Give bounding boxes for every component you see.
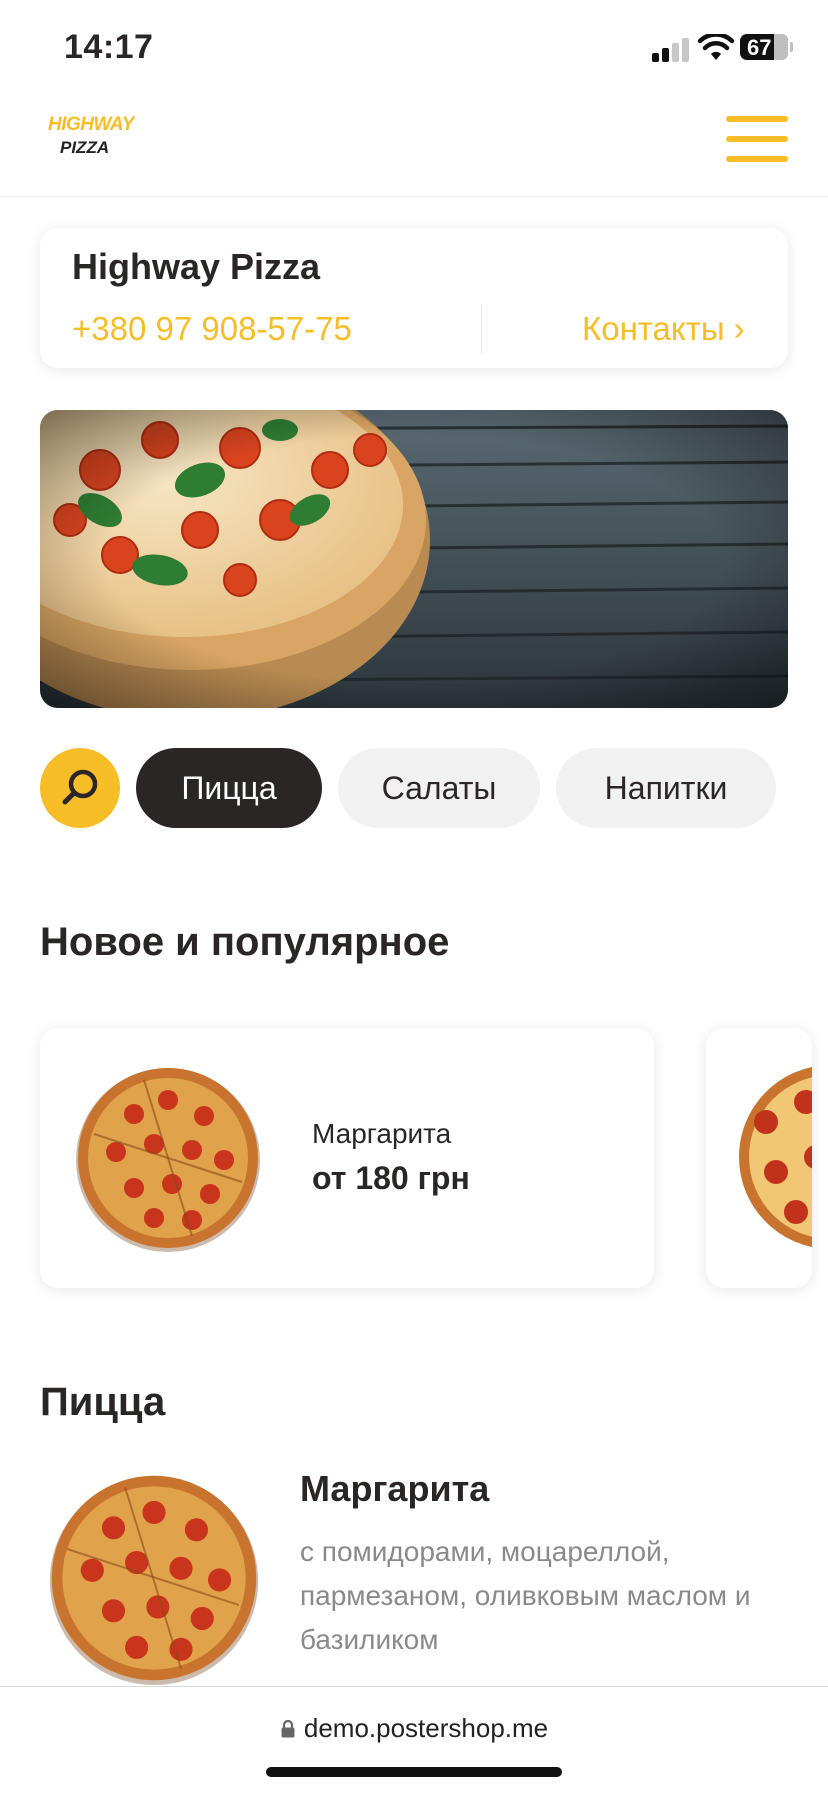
search-icon [62,769,98,805]
pizza-image [76,1068,260,1252]
popular-item-card-partial[interactable] [706,1028,812,1288]
category-chip-pizza[interactable]: Пицца [136,748,322,828]
pizza-banner-image [40,410,788,708]
wifi-icon [698,34,734,60]
url-display[interactable]: demo.postershop.me [0,1713,828,1744]
battery-tip [790,42,793,52]
contacts-link[interactable]: Контакты › [582,310,745,348]
menu-hamburger-icon[interactable] [726,116,788,162]
logo-text-bottom: PIZZA [60,138,110,157]
highway-pizza-logo[interactable]: HIGHWAY PIZZA [48,114,134,164]
popular-item-card[interactable]: Маргарита от 180 грн [40,1028,654,1288]
pepperoni-pizza-image [739,1067,812,1247]
category-chip-drinks[interactable]: Напитки [556,748,776,828]
shop-name: Highway Pizza [72,246,321,287]
lock-icon [281,1719,295,1738]
site-header: HIGHWAY PIZZA [0,96,828,197]
product-description: с помидорами, моцареллой, пармезаном, ол… [300,1536,751,1655]
product-name[interactable]: Маргарита [300,1468,489,1510]
status-bar: 14:17 67 [0,0,828,96]
browser-address-bar[interactable]: demo.postershop.me [0,1686,828,1793]
search-button[interactable] [40,748,120,828]
popular-section-title: Новое и популярное [40,920,450,964]
battery-level: 67 [747,35,772,60]
status-time: 14:17 [64,28,154,66]
divider [481,304,482,354]
popular-item-name: Маргарита [312,1118,452,1149]
logo-text-top: HIGHWAY [48,114,134,135]
pizza-section-title: Пицца [40,1380,166,1424]
shop-info-card: Highway Pizza +380 97 908-57-75 Контакты… [40,228,788,368]
cellular-signal-icon [652,38,692,62]
hero-banner [40,410,788,708]
margarita-pizza-image[interactable] [42,1470,266,1686]
popular-item-price: от 180 грн [312,1160,470,1196]
battery-icon: 67 [740,34,788,60]
category-chip-salads[interactable]: Салаты [338,748,540,828]
phone-link[interactable]: +380 97 908-57-75 [72,310,352,348]
home-indicator[interactable] [266,1767,562,1777]
url-text: demo.postershop.me [303,1713,549,1743]
